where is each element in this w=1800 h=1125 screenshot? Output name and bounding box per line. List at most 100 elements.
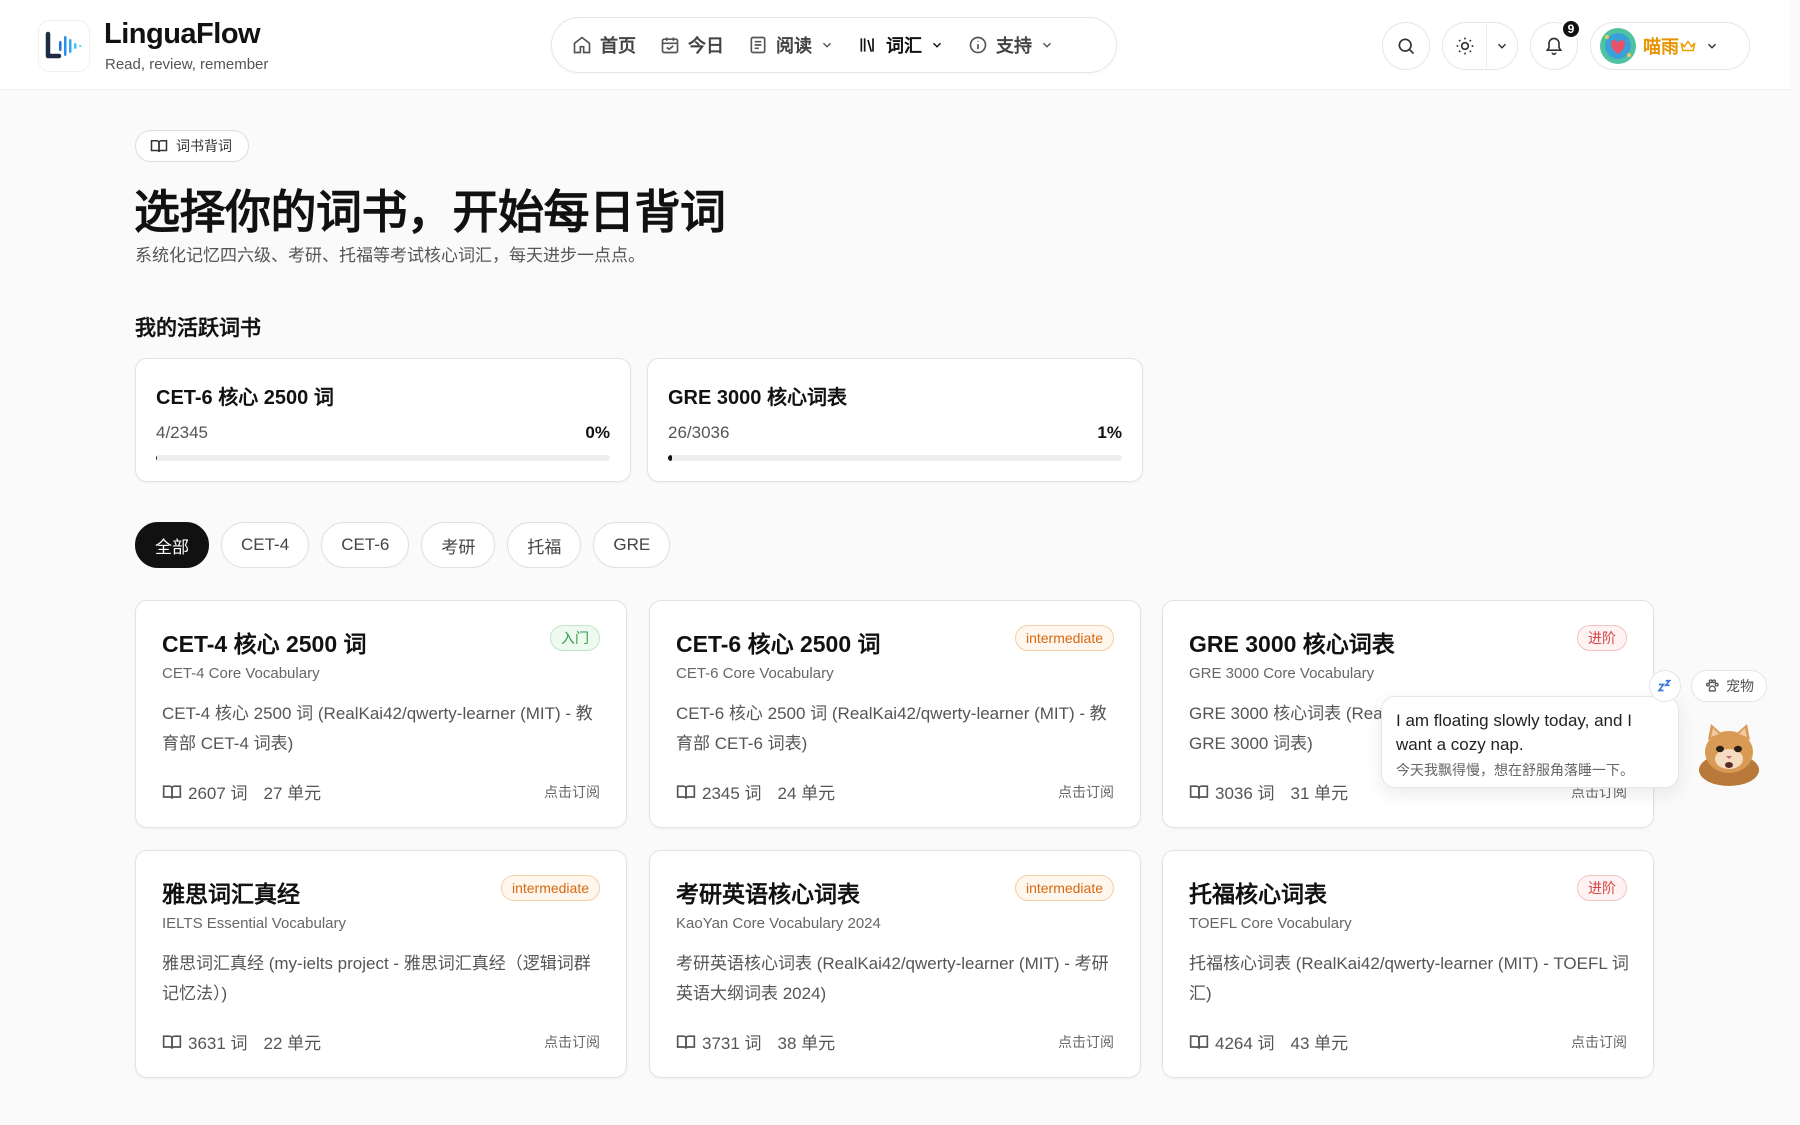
- filter-gre[interactable]: GRE: [593, 522, 671, 568]
- notification-badge: 9: [1561, 19, 1581, 39]
- filter-kaoyan[interactable]: 考研: [421, 522, 496, 568]
- book-icon: [750, 36, 766, 54]
- open-book-icon: [676, 1034, 696, 1049]
- subscribe-link[interactable]: 点击订阅: [544, 782, 600, 802]
- unit-count: 27 单元: [263, 784, 322, 803]
- pet-button[interactable]: 宠物: [1691, 670, 1767, 702]
- theme-toggle-button[interactable]: [1443, 23, 1487, 69]
- open-book-icon: [162, 1034, 182, 1049]
- book-card-kaoyan[interactable]: 考研英语核心词表 intermediate KaoYan Core Vocabu…: [649, 850, 1141, 1078]
- section-label-text: 词书背词: [176, 138, 232, 154]
- pet-message-en: I am floating slowly today, and I want a…: [1396, 711, 1632, 754]
- book-subtitle: IELTS Essential Vocabulary: [162, 915, 346, 932]
- word-count: 3731 词: [702, 1034, 762, 1053]
- library-icon: [860, 38, 874, 52]
- word-count: 3631 词: [188, 1034, 248, 1053]
- level-badge: intermediate: [1014, 875, 1114, 901]
- nav-support[interactable]: 支持: [956, 24, 1066, 66]
- word-count: 4264 词: [1215, 1034, 1275, 1053]
- active-book-title: GRE 3000 核心词表: [668, 387, 847, 409]
- book-card-ielts[interactable]: 雅思词汇真经 intermediate IELTS Essential Voca…: [135, 850, 627, 1078]
- info-icon: [969, 36, 987, 54]
- progress-fill: [668, 455, 672, 461]
- chevron-down-icon: [822, 42, 832, 48]
- nav-vocabulary-label: 词汇: [886, 36, 922, 56]
- unit-count: 24 单元: [777, 784, 836, 803]
- top-header: LinguaFlow Read, review, remember 首页 今日 …: [0, 0, 1790, 90]
- nav-home[interactable]: 首页: [560, 24, 648, 66]
- word-count: 2345 词: [702, 784, 762, 803]
- logo-icon[interactable]: [38, 20, 90, 72]
- pet-sleep-button[interactable]: [1649, 670, 1681, 702]
- book-title: CET-4 核心 2500 词: [162, 631, 367, 657]
- book-title: 雅思词汇真经: [162, 881, 300, 907]
- active-books-heading: 我的活跃词书: [135, 317, 261, 340]
- subscribe-link[interactable]: 点击订阅: [544, 1032, 600, 1052]
- brand-tagline: Read, review, remember: [105, 56, 269, 73]
- book-subtitle: CET-6 Core Vocabulary: [676, 665, 834, 682]
- category-filters: 全部 CET-4 CET-6 考研 托福 GRE: [135, 522, 671, 568]
- search-button[interactable]: [1382, 22, 1430, 70]
- pet-message-zh: 今天我飘得慢，想在舒服角落睡一下。: [1396, 762, 1634, 778]
- unit-count: 22 单元: [263, 1034, 322, 1053]
- nav-today-label: 今日: [688, 36, 724, 56]
- filter-cet6[interactable]: CET-6: [321, 522, 410, 568]
- pet-button-label: 宠物: [1726, 678, 1754, 694]
- sleep-icon: [1657, 679, 1672, 692]
- unit-count: 38 单元: [777, 1034, 836, 1053]
- active-book-card[interactable]: CET-6 核心 2500 词 4/2345 0%: [135, 358, 631, 482]
- user-menu-button[interactable]: 喵雨: [1590, 22, 1750, 70]
- active-book-count: 26/3036: [668, 423, 730, 442]
- book-subtitle: KaoYan Core Vocabulary 2024: [676, 915, 881, 932]
- home-icon: [573, 36, 591, 54]
- open-book-icon: [1189, 784, 1209, 799]
- nav-today[interactable]: 今日: [648, 24, 736, 66]
- open-book-icon: [676, 784, 696, 799]
- unit-count: 31 单元: [1290, 784, 1349, 803]
- nav-vocabulary[interactable]: 词汇: [846, 24, 956, 66]
- book-description: 雅思词汇真经 (my-ielts project - 雅思词汇真经（逻辑词群记忆…: [162, 954, 591, 1003]
- theme-switcher[interactable]: [1442, 22, 1518, 70]
- word-count: 3036 词: [1215, 784, 1275, 803]
- chevron-down-icon: [932, 42, 942, 48]
- brand-name[interactable]: LinguaFlow: [104, 18, 261, 51]
- page-title: 选择你的词书，开始每日背词: [134, 186, 726, 238]
- filter-toefl[interactable]: 托福: [507, 522, 582, 568]
- subscribe-link[interactable]: 点击订阅: [1058, 1032, 1114, 1052]
- section-label: 词书背词: [135, 130, 249, 162]
- notifications-button[interactable]: 9: [1530, 19, 1581, 70]
- nav-support-label: 支持: [996, 36, 1032, 56]
- book-meta: 2345 词 24 单元: [676, 779, 835, 804]
- open-book-icon: [1189, 1034, 1209, 1049]
- main-nav: 首页 今日 阅读 词汇 支持: [551, 17, 1117, 73]
- active-book-title: CET-6 核心 2500 词: [156, 387, 334, 409]
- level-badge: 进阶: [1577, 875, 1627, 901]
- chevron-down-icon: [1042, 42, 1052, 48]
- subscribe-link[interactable]: 点击订阅: [1571, 1032, 1627, 1052]
- progress-fill: [156, 455, 157, 461]
- sun-icon: [1456, 37, 1473, 55]
- active-book-card[interactable]: GRE 3000 核心词表 26/3036 1%: [647, 358, 1143, 482]
- book-meta: 3631 词 22 单元: [162, 1029, 321, 1054]
- book-title: 托福核心词表: [1189, 881, 1327, 907]
- filter-cet4[interactable]: CET-4: [221, 522, 310, 568]
- subscribe-link[interactable]: 点击订阅: [1058, 782, 1114, 802]
- cat-avatar[interactable]: [1694, 718, 1764, 788]
- open-book-icon: [162, 784, 182, 799]
- nav-reading[interactable]: 阅读: [736, 24, 846, 66]
- book-description: CET-4 核心 2500 词 (RealKai42/qwerty-learne…: [162, 704, 593, 753]
- nav-reading-label: 阅读: [776, 36, 812, 56]
- book-card-toefl[interactable]: 托福核心词表 进阶 TOEFL Core Vocabulary 托福核心词表 (…: [1162, 850, 1654, 1078]
- filter-all[interactable]: 全部: [135, 522, 209, 568]
- active-book-count: 4/2345: [156, 423, 208, 442]
- book-card-cet6[interactable]: CET-6 核心 2500 词 intermediate CET-6 Core …: [649, 600, 1141, 828]
- book-subtitle: TOEFL Core Vocabulary: [1189, 915, 1352, 932]
- book-meta: 3036 词 31 单元: [1189, 779, 1348, 804]
- level-badge: intermediate: [500, 875, 600, 901]
- book-description: CET-6 核心 2500 词 (RealKai42/qwerty-learne…: [676, 704, 1107, 753]
- level-badge: 入门: [550, 625, 600, 651]
- active-book-percent: 0%: [585, 423, 610, 442]
- theme-dropdown-button[interactable]: [1487, 39, 1517, 53]
- book-card-cet4[interactable]: CET-4 核心 2500 词 入门 CET-4 Core Vocabulary…: [135, 600, 627, 828]
- book-title: GRE 3000 核心词表: [1189, 631, 1395, 657]
